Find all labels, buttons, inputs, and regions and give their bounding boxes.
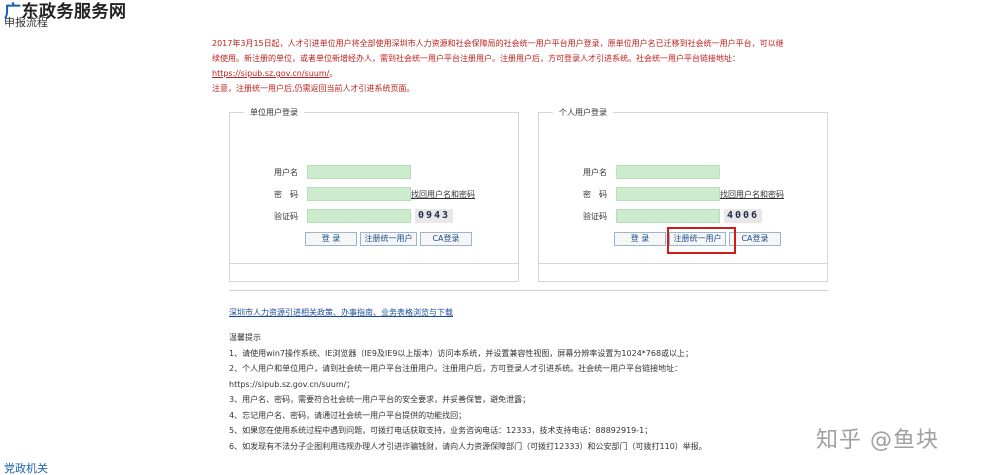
unit-ca-login-button[interactable]: CA登录 [420,232,472,246]
unit-password-label: 密 码 [274,190,298,199]
personal-panel-divider [539,263,827,264]
register-button-highlight-box [667,227,736,254]
personal-username-label: 用户名 [583,168,607,177]
watermark: 知乎 @鱼块 [816,428,939,453]
personal-captcha-input[interactable] [616,209,720,223]
unit-recover-link[interactable]: 找回用户名和密码 [411,189,475,200]
personal-captcha-label: 验证码 [583,212,607,221]
tip-item-5: 5、如果您在使用系统过程中遇到问题，可拨打电话获取支持，业务咨询电话：12333… [229,426,653,435]
personal-login-button[interactable]: 登 录 [614,232,666,246]
notice-url-suffix: 。 [329,69,338,78]
unit-captcha-image[interactable]: 0943 [415,209,453,223]
section-divider [229,290,828,291]
unit-captcha-label: 验证码 [274,212,298,221]
unit-captcha-input[interactable] [307,209,411,223]
unit-password-row: 密 码 找回用户名和密码 [230,187,520,201]
personal-captcha-row: 验证码 4006 [539,209,829,223]
unit-username-row: 用户名 [230,165,520,179]
personal-recover-link[interactable]: 找回用户名和密码 [720,189,784,200]
process-label[interactable]: 申报流程 [4,14,48,30]
unit-register-button[interactable]: 注册统一用户 [360,232,417,246]
personal-username-input[interactable] [616,165,720,179]
unit-password-input[interactable] [307,187,411,201]
unit-username-label: 用户名 [274,168,298,177]
unit-login-button[interactable]: 登 录 [305,232,357,246]
tip-item-3: 3、用户名、密码，需要符合社会统一用户平台的安全要求，并妥善保管，避免泄露； [229,395,531,404]
tip-item-6: 6、如发现有不法分子企图利用违规办理人才引进诈骗钱财，请向人力资源保障部门（可拨… [229,441,707,451]
notice-line-2: 续使用。新注册的单位，或者单位新增经办人，需到社会统一用户平台注册用户。注册用户… [212,54,740,63]
notice-url-link[interactable]: https://sipub.sz.gov.cn/suum/ [212,69,329,78]
tip-item-2: 2、个人用户和单位用户，请到社会统一用户平台注册用户。注册用户后，方可登录人才引… [229,364,683,373]
notice-block: 2017年3月15日起，人才引进单位用户将全部使用深圳市人力资源和社会保障局的社… [212,36,827,96]
unit-login-panel: 单位用户登录 用户名 密 码 找回用户名和密码 验证码 0943 登 录 注册统… [229,107,520,282]
unit-username-input[interactable] [307,165,411,179]
personal-login-panel: 个人用户登录 用户名 密 码 找回用户名和密码 验证码 4006 登 录 注册统… [538,107,829,282]
personal-captcha-image[interactable]: 4006 [724,209,762,223]
notice-url-line: https://sipub.sz.gov.cn/suum/。 [212,66,827,81]
personal-password-row: 密 码 找回用户名和密码 [539,187,829,201]
tips-section: 温馨提示 1、请使用win7操作系统、IE浏览器（IE9及IE9以上版本）访问本… [229,330,829,454]
footer-link-government[interactable]: 党政机关 [4,460,48,475]
tip-item-1: 1、请使用win7操作系统、IE浏览器（IE9及IE9以上版本）访问本系统，并设… [229,348,694,358]
personal-username-row: 用户名 [539,165,829,179]
tip-item-2-url: https://sipub.sz.gov.cn/suum/； [229,379,355,389]
unit-panel-divider [230,263,518,264]
notice-line-1: 2017年3月15日起，人才引进单位用户将全部使用深圳市人力资源和社会保障局的社… [212,39,784,48]
personal-ca-login-button[interactable]: CA登录 [729,232,781,246]
tips-title: 温馨提示 [229,333,261,342]
personal-password-label: 密 码 [583,190,607,199]
personal-password-input[interactable] [616,187,720,201]
notice-line-4: 注意，注册统一用户后,仍需返回当前人才引进系统页面。 [212,84,415,93]
unit-captcha-row: 验证码 0943 [230,209,520,223]
personal-login-title: 个人用户登录 [553,107,613,118]
tip-item-4: 4、忘记用户名、密码，请通过社会统一用户平台提供的功能找回； [229,410,467,420]
policy-link[interactable]: 深圳市人力资源引进相关政策、办事指南、业务表格浏览与下载 [229,307,453,318]
unit-login-title: 单位用户登录 [244,107,304,118]
